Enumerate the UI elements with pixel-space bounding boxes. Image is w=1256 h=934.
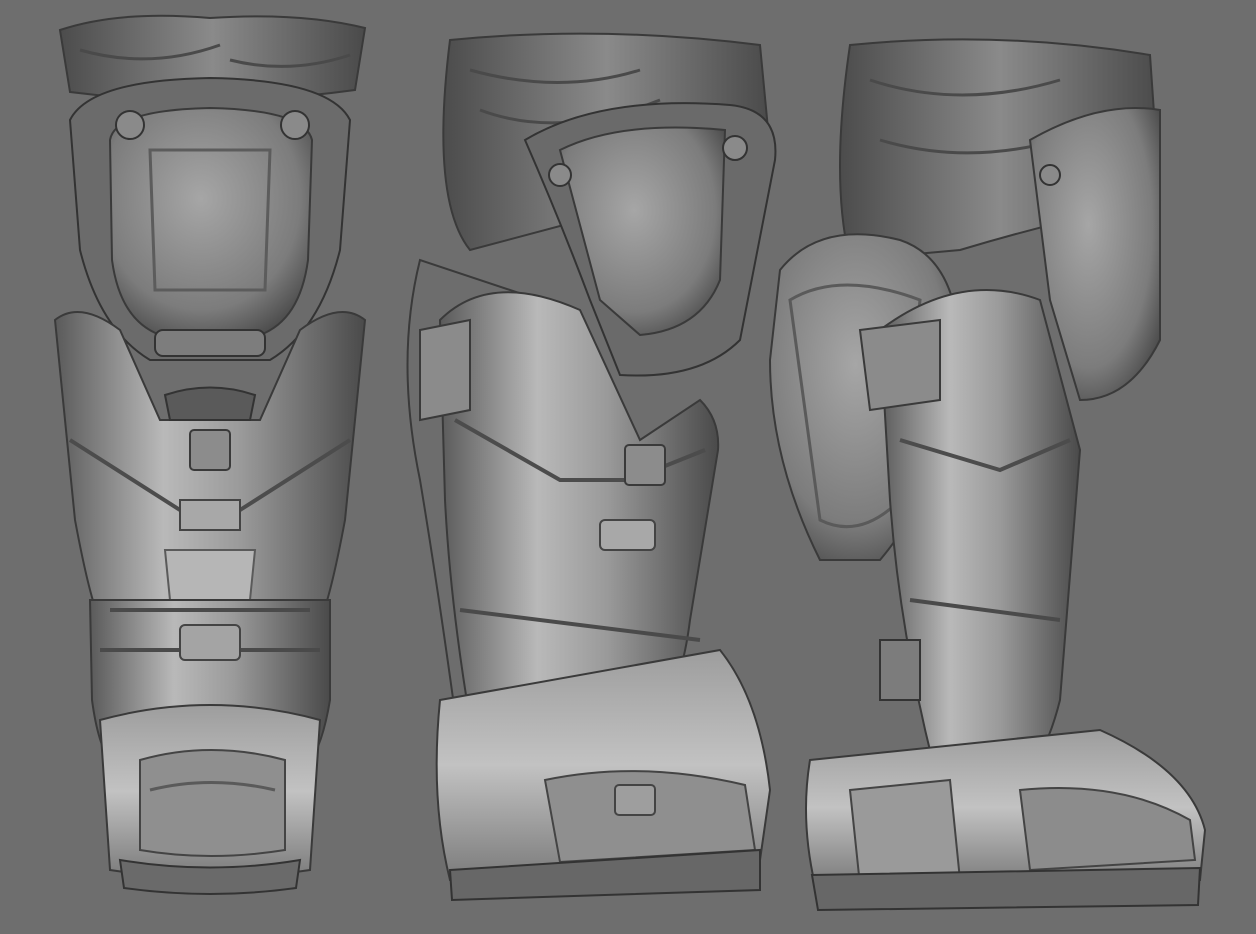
front-view <box>53 14 367 895</box>
three-quarter-view <box>406 32 777 902</box>
viewport <box>0 0 1256 934</box>
sculpt-render <box>53 14 1207 912</box>
side-view <box>768 38 1207 912</box>
